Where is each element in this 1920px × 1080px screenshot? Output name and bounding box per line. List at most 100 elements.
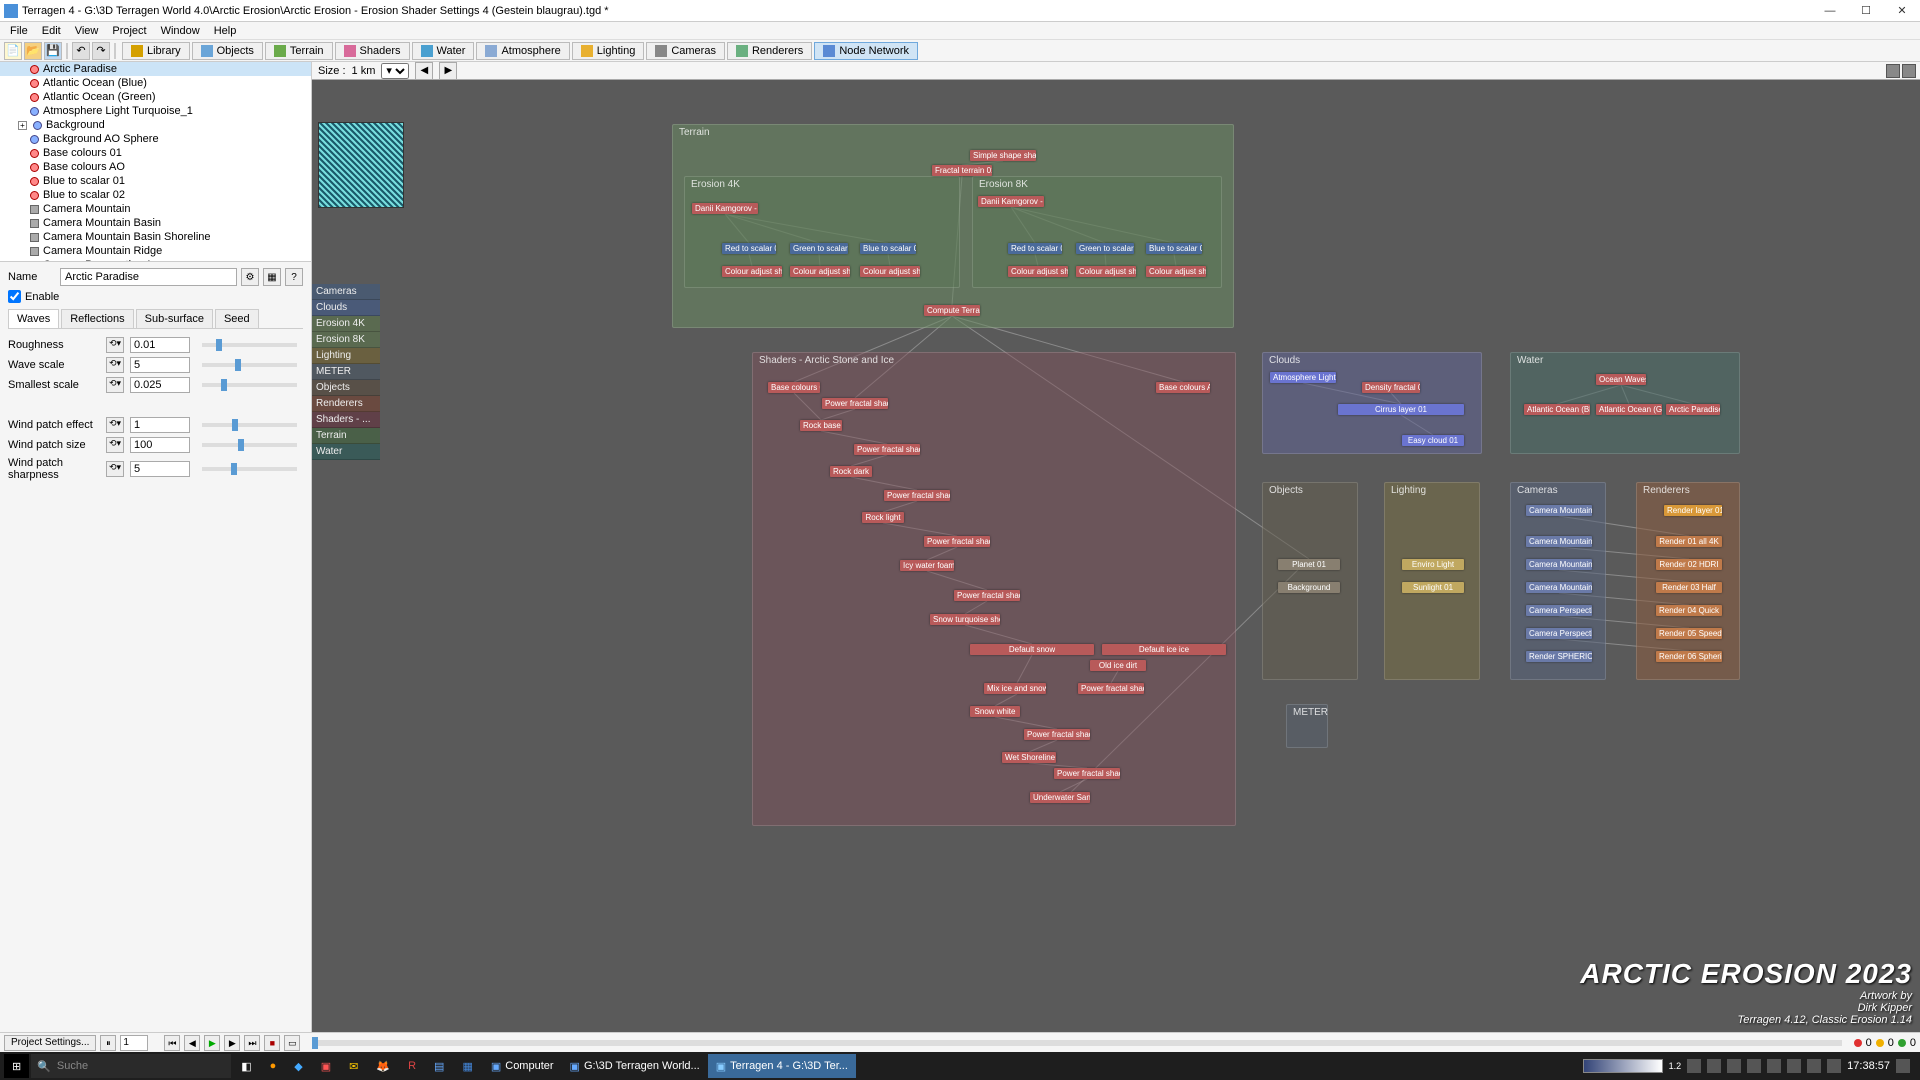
go-prev-button[interactable]: ◀ (184, 1035, 200, 1051)
tab-cameras[interactable]: Cameras (646, 42, 725, 60)
graph-node[interactable]: Render 05 Speedy (1656, 628, 1722, 639)
frame-input[interactable] (120, 1035, 148, 1051)
node-network-canvas[interactable]: Size : 1 km ▾ ◀ ▶ TerrainErosion 4KErosi… (312, 62, 1920, 1032)
param-slider[interactable] (202, 443, 297, 447)
group-nav-button[interactable]: Lighting (312, 348, 380, 364)
tab-node-network[interactable]: Node Network (814, 42, 918, 60)
expand-icon[interactable]: + (18, 121, 27, 130)
graph-node[interactable]: Power fractal shader.. (1054, 768, 1120, 779)
graph-node[interactable]: Cirrus layer 01 (1338, 404, 1464, 415)
pinned-app-5[interactable]: 🦊 (368, 1054, 398, 1078)
maximize-button[interactable]: ☐ (1852, 2, 1880, 20)
prop-tab-seed[interactable]: Seed (215, 309, 259, 328)
pinned-app-6[interactable]: R (400, 1054, 424, 1078)
tab-renderers[interactable]: Renderers (727, 42, 812, 60)
taskbar-window[interactable]: ▣G:\3D Terragen World... (562, 1054, 708, 1078)
graph-node[interactable]: Camera Perspective 1 (1526, 605, 1592, 616)
param-menu-button[interactable]: ⟲▾ (106, 461, 124, 477)
tree-item[interactable]: Blue to scalar 02 (0, 188, 311, 202)
graph-node[interactable]: Compute Terrain (924, 305, 980, 316)
node-group[interactable]: METER (1286, 704, 1328, 748)
stop-button[interactable]: ■ (264, 1035, 280, 1051)
group-nav-button[interactable]: Shaders - ... (312, 412, 380, 428)
graph-node[interactable]: Blue to scalar 02 (860, 243, 916, 254)
pinned-app-8[interactable]: ▦ (454, 1054, 480, 1078)
graph-node[interactable]: Background (1278, 582, 1340, 593)
group-nav-button[interactable]: Renderers (312, 396, 380, 412)
param-menu-button[interactable]: ⟲▾ (106, 417, 124, 433)
go-first-button[interactable]: ⏮ (164, 1035, 180, 1051)
graph-node[interactable]: Underwater Sand (1030, 792, 1090, 803)
group-nav-button[interactable]: Terrain (312, 428, 380, 444)
tree-item[interactable]: Atlantic Ocean (Green) (0, 90, 311, 104)
menu-window[interactable]: Window (155, 23, 206, 39)
tray-icon-2[interactable] (1707, 1059, 1721, 1073)
graph-node[interactable]: Snow turquoise shor.. (930, 614, 1000, 625)
tab-library[interactable]: Library (122, 42, 190, 60)
system-tray[interactable]: 1.2 17:38:57 (1583, 1059, 1916, 1073)
start-button[interactable]: ⊞ (4, 1054, 29, 1078)
tree-item[interactable]: Background AO Sphere (0, 132, 311, 146)
size-dropdown[interactable]: ▾ (381, 63, 409, 79)
go-last-button[interactable]: ⏭ (244, 1035, 260, 1051)
pinned-app-7[interactable]: ▤ (426, 1054, 452, 1078)
param-input[interactable] (130, 437, 190, 453)
graph-node[interactable]: Power fractal shader.. (884, 490, 950, 501)
timeline-button[interactable]: ▭ (284, 1035, 300, 1051)
graph-node[interactable]: Fractal terrain 01 (932, 165, 992, 176)
group-nav-button[interactable]: Erosion 4K (312, 316, 380, 332)
menu-file[interactable]: File (4, 23, 34, 39)
graph-node[interactable]: Arctic Paradise (1666, 404, 1720, 415)
group-nav-button[interactable]: Cameras (312, 284, 380, 300)
tray-icon-6[interactable] (1787, 1059, 1801, 1073)
menu-view[interactable]: View (69, 23, 105, 39)
tree-item[interactable]: Base colours 01 (0, 146, 311, 160)
graph-node[interactable]: Colour adjust shader (1008, 266, 1068, 277)
preview-button[interactable]: ▦ (263, 268, 281, 286)
tab-atmosphere[interactable]: Atmosphere (476, 42, 569, 60)
tray-icon-1[interactable] (1687, 1059, 1701, 1073)
tree-item[interactable]: Atmosphere Light Turquoise_1 (0, 104, 311, 118)
close-button[interactable]: ✕ (1888, 2, 1916, 20)
graph-node[interactable]: Green to scalar 01 (1076, 243, 1134, 254)
help-button[interactable]: ? (285, 268, 303, 286)
graph-node[interactable]: Render 03 Half (1656, 582, 1722, 593)
param-menu-button[interactable]: ⟲▾ (106, 377, 124, 393)
pinned-app-4[interactable]: ✉ (341, 1054, 366, 1078)
redo-button[interactable]: ↷ (92, 42, 110, 60)
graph-node[interactable]: Power fractal shader.. (954, 590, 1020, 601)
graph-node[interactable]: Red to scalar 02 (722, 243, 776, 254)
tab-objects[interactable]: Objects (192, 42, 263, 60)
menu-help[interactable]: Help (208, 23, 243, 39)
tree-item[interactable]: Camera Mountain (0, 202, 311, 216)
prop-tab-reflections[interactable]: Reflections (61, 309, 133, 328)
param-menu-button[interactable]: ⟲▾ (106, 437, 124, 453)
nav-right[interactable]: ▶ (439, 62, 457, 80)
graph-node[interactable]: Enviro Light (1402, 559, 1464, 570)
graph-node[interactable]: Render 01 all 4K (1656, 536, 1722, 547)
tree-item[interactable]: Base colours AO (0, 160, 311, 174)
graph-node[interactable]: Blue to scalar 01 (1146, 243, 1202, 254)
prop-tab-sub-surface[interactable]: Sub-surface (136, 309, 213, 328)
graph-node[interactable]: Danii Kamgorov - Cla.. (978, 196, 1044, 207)
view-mode-2[interactable] (1902, 64, 1916, 78)
param-slider[interactable] (202, 423, 297, 427)
play-button[interactable]: ▶ (204, 1035, 220, 1051)
graph-node[interactable]: Rock dark (830, 466, 872, 477)
param-input[interactable] (130, 461, 190, 477)
options-button[interactable]: ⚙ (241, 268, 259, 286)
graph-node[interactable]: Simple shape shader (970, 150, 1036, 161)
param-input[interactable] (130, 337, 190, 353)
param-menu-button[interactable]: ⟲▾ (106, 357, 124, 373)
graph-node[interactable]: Colour adjust shader (1076, 266, 1136, 277)
graph-node[interactable]: Power fractal shader.. (1024, 729, 1090, 740)
graph-node[interactable]: Render 04 Quick (1656, 605, 1722, 616)
graph-node[interactable]: Atlantic Ocean (Green) (1596, 404, 1662, 415)
prop-tab-waves[interactable]: Waves (8, 309, 59, 328)
graph-node[interactable]: Snow white (970, 706, 1020, 717)
tray-volume-icon[interactable] (1827, 1059, 1841, 1073)
param-slider[interactable] (202, 383, 297, 387)
group-nav-button[interactable]: Clouds (312, 300, 380, 316)
graph-node[interactable]: Camera Mountain (1526, 505, 1592, 516)
minimize-button[interactable]: — (1816, 2, 1844, 20)
